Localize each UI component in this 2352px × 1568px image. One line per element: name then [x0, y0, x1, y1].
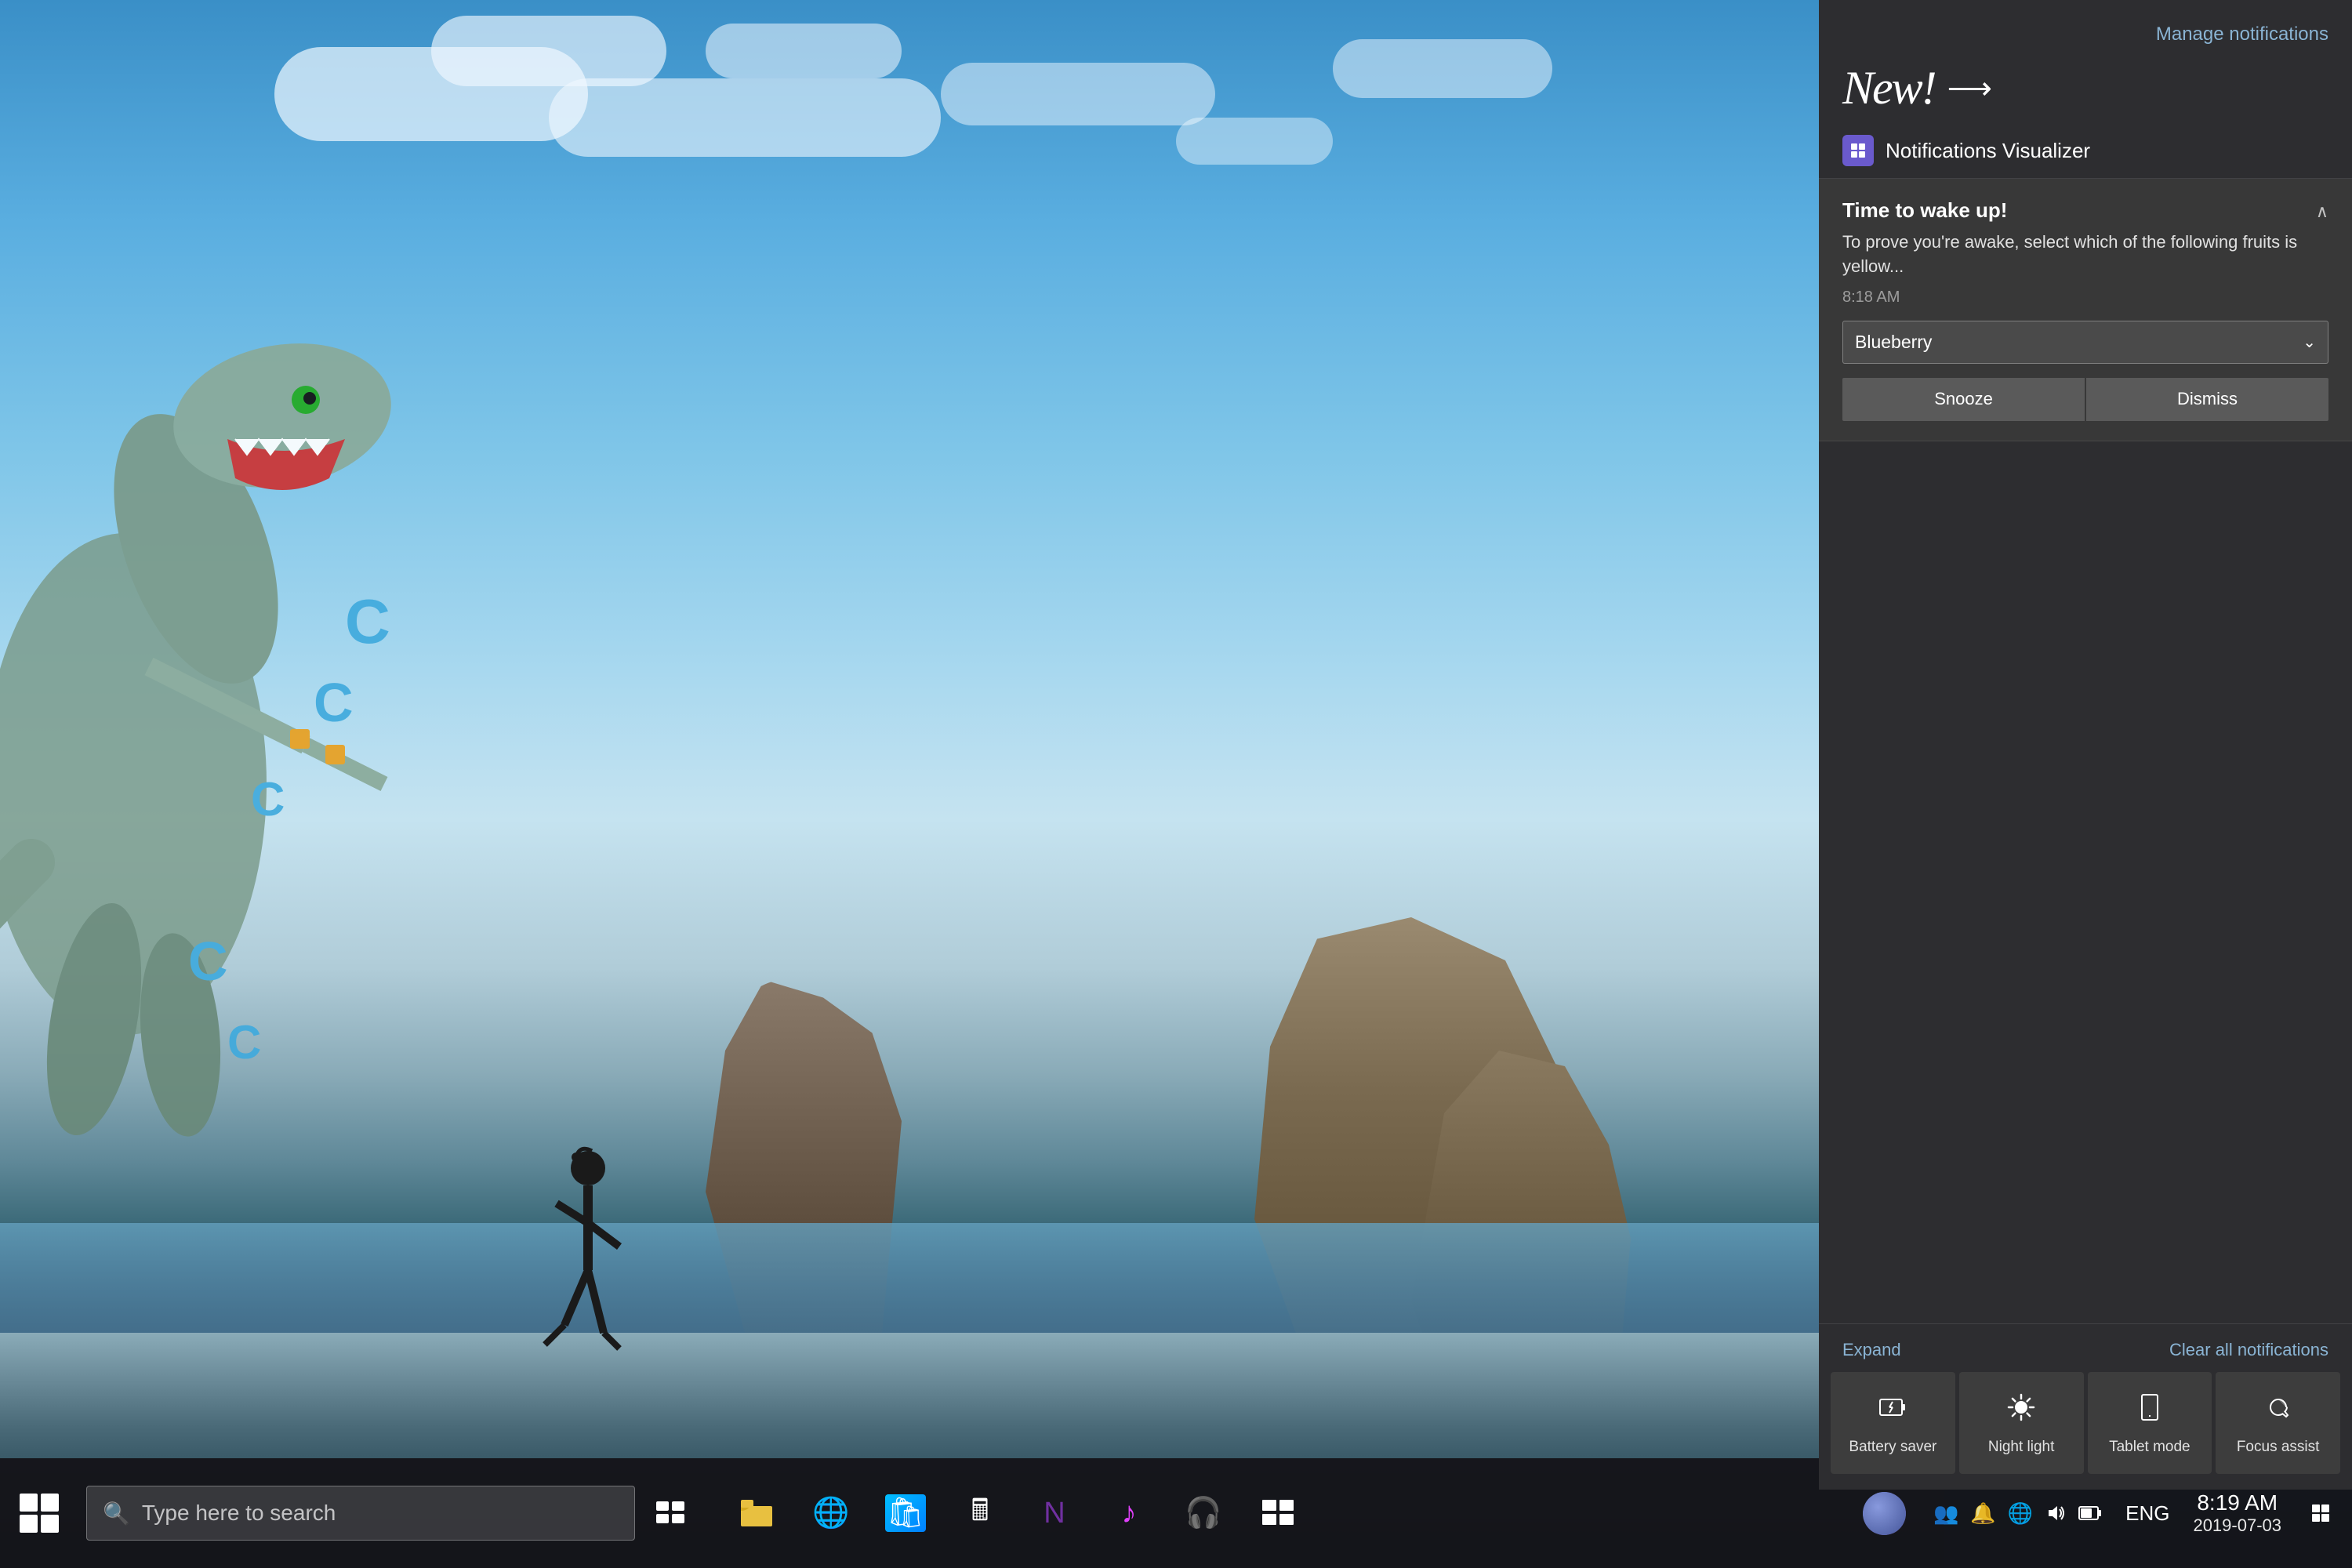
- search-placeholder: Type here to search: [142, 1501, 336, 1526]
- app-icon: [1842, 135, 1874, 166]
- battery-tray-icon[interactable]: [2078, 1502, 2102, 1524]
- dinosaur-illustration: C C C C C: [0, 157, 463, 1254]
- night-light-icon: [2007, 1393, 2035, 1428]
- notification-dropdown[interactable]: Blueberry ⌄: [1842, 321, 2328, 364]
- action-center-bottom: Expand Clear all notifications Battery s…: [1819, 1323, 2352, 1490]
- windows-icon-sq4: [41, 1515, 59, 1533]
- expand-button[interactable]: Expand: [1842, 1340, 1901, 1360]
- windows-icon-sq3: [20, 1515, 38, 1533]
- quick-action-battery-saver[interactable]: Battery saver: [1831, 1372, 1955, 1474]
- notification-title: Time to wake up!: [1842, 198, 2007, 223]
- avatar-image: [1863, 1492, 1906, 1535]
- language-indicator[interactable]: ENG: [2118, 1501, 2177, 1526]
- taskbar-app-edge[interactable]: 🌐: [796, 1458, 866, 1568]
- start-button[interactable]: [0, 1458, 78, 1568]
- edge-icon: 🌐: [812, 1496, 849, 1530]
- volume-tray-icon[interactable]: [2045, 1502, 2067, 1524]
- taskbar-app-groove[interactable]: ♪: [1094, 1458, 1164, 1568]
- action-center-icon: [2310, 1503, 2331, 1523]
- tablet-mode-label: Tablet mode: [2109, 1438, 2190, 1457]
- runner-silhouette: [533, 1145, 643, 1380]
- clear-all-notifications-button[interactable]: Clear all notifications: [2169, 1340, 2328, 1360]
- notification-bell-icon[interactable]: 🔔: [1970, 1501, 1995, 1526]
- task-view-button[interactable]: [635, 1458, 706, 1568]
- new-badge-area: New! ⟶: [1819, 53, 2352, 131]
- taskbar-app-calculator[interactable]: 🖩: [945, 1458, 1015, 1568]
- svg-text:C: C: [188, 931, 228, 992]
- new-label: New!: [1842, 61, 1936, 115]
- quick-actions-grid: Battery saver Night: [1819, 1372, 2352, 1490]
- app-name-label: Notifications Visualizer: [1886, 139, 2090, 163]
- windows-icon: [20, 1494, 59, 1533]
- notification-collapse-button[interactable]: ∧: [2316, 201, 2328, 222]
- tablet-mode-icon: [2136, 1393, 2164, 1428]
- notification-header: Manage notifications: [1819, 0, 2352, 53]
- headphones-icon: 🎧: [1185, 1496, 1221, 1530]
- quick-action-focus-assist[interactable]: Focus assist: [2216, 1372, 2340, 1474]
- cloud-2: [431, 16, 666, 86]
- windows-icon-sq2: [41, 1494, 59, 1512]
- search-box[interactable]: 🔍 Type here to search: [86, 1486, 635, 1541]
- cloud-3: [549, 78, 941, 157]
- clock-time: 8:19 AM: [2197, 1490, 2278, 1515]
- action-center-panel: Manage notifications New! ⟶ Notification…: [1819, 0, 2352, 1490]
- focus-assist-label: Focus assist: [2237, 1438, 2320, 1457]
- cloud-4: [706, 24, 902, 78]
- night-light-label: Night light: [1988, 1438, 2055, 1457]
- store-icon: 🛍: [885, 1494, 926, 1532]
- taskbar-app-store[interactable]: 🛍: [870, 1458, 941, 1568]
- search-icon: 🔍: [103, 1501, 130, 1526]
- cloud-5: [941, 63, 1215, 125]
- notification-card: Time to wake up! ∧ To prove you're awake…: [1819, 179, 2352, 441]
- battery-saver-label: Battery saver: [1849, 1438, 1936, 1457]
- file-explorer-icon: [741, 1500, 772, 1526]
- notification-body: To prove you're awake, select which of t…: [1842, 230, 2328, 279]
- windows-icon-sq1: [20, 1494, 38, 1512]
- network-tray-icon[interactable]: 🌐: [2008, 1501, 2033, 1526]
- task-view-icon: [656, 1501, 684, 1525]
- taskbar-app-vdesktop[interactable]: [1243, 1458, 1313, 1568]
- svg-text:C: C: [251, 773, 285, 826]
- svg-text:C: C: [227, 1016, 261, 1069]
- snooze-button[interactable]: Snooze: [1842, 378, 2085, 421]
- manage-notifications-link[interactable]: Manage notifications: [2156, 24, 2328, 45]
- notification-timestamp: 8:18 AM: [1842, 289, 2328, 307]
- onenote-icon: N: [1044, 1497, 1065, 1530]
- battery-saver-icon: [1878, 1393, 1907, 1428]
- quick-action-tablet-mode[interactable]: Tablet mode: [2088, 1372, 2212, 1474]
- notification-card-header: Time to wake up! ∧: [1842, 198, 2328, 223]
- svg-text:C: C: [345, 586, 390, 656]
- cloud-6: [1176, 118, 1333, 165]
- user-avatar[interactable]: [1863, 1492, 1906, 1535]
- taskbar-app-headphones[interactable]: 🎧: [1168, 1458, 1239, 1568]
- svg-text:C: C: [314, 672, 354, 733]
- focus-assist-icon: [2264, 1393, 2292, 1428]
- people-tray-icon[interactable]: 👥: [1933, 1501, 1958, 1526]
- new-arrow-icon: ⟶: [1947, 71, 1992, 107]
- calculator-icon: 🖩: [971, 1488, 989, 1539]
- dismiss-button[interactable]: Dismiss: [2086, 378, 2328, 421]
- expand-clear-row: Expand Clear all notifications: [1819, 1324, 2352, 1372]
- dropdown-arrow-icon: ⌄: [2303, 332, 2316, 352]
- taskbar-app-file-explorer[interactable]: [721, 1458, 792, 1568]
- groove-icon: ♪: [1122, 1497, 1137, 1530]
- notification-dropdown-value: Blueberry: [1855, 332, 1932, 353]
- cloud-7: [1333, 39, 1552, 98]
- taskbar-app-icons: 🌐 🛍 🖩 N ♪ 🎧: [721, 1458, 1313, 1568]
- virtual-desktop-icon: [1262, 1500, 1294, 1526]
- quick-action-night-light[interactable]: Night light: [1959, 1372, 2084, 1474]
- notification-app-header: Notifications Visualizer: [1819, 131, 2352, 179]
- clock-date: 2019-07-03: [2193, 1515, 2281, 1536]
- notification-actions: Snooze Dismiss: [1842, 378, 2328, 421]
- taskbar-app-onenote[interactable]: N: [1019, 1458, 1090, 1568]
